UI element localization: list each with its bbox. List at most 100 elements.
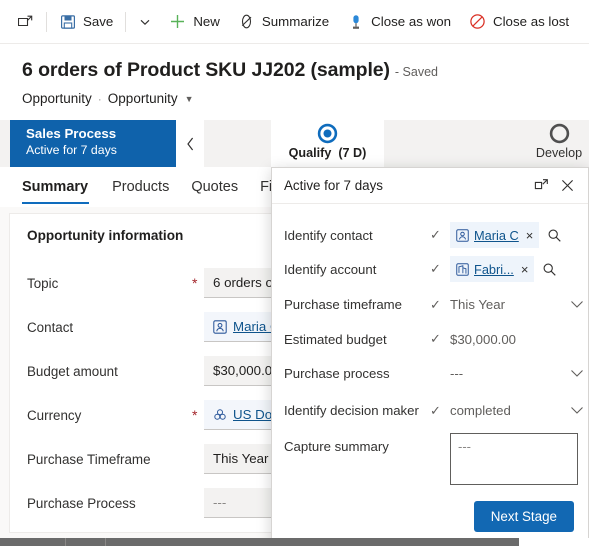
step-identify-contact-label: Identify contact [284,227,373,243]
process-name-block[interactable]: Sales Process Active for 7 days [10,120,176,167]
scrollbar-tick-right [105,538,106,546]
purchase-timeframe-value: This Year [450,297,505,312]
close-as-lost-label: Close as lost [493,14,570,29]
stage-develop-label: Develop [535,146,583,160]
chevron-down-icon [570,300,584,309]
currency-icon [213,408,227,422]
capture-summary-textarea[interactable]: --- [450,433,578,485]
flyout-header: Active for 7 days [272,168,588,204]
record-title: 6 orders of Product SKU JJ202 (sample) [22,59,390,81]
step-purchase-timeframe-label: Purchase timeframe [284,297,402,312]
scrollbar-gap [519,538,589,546]
next-stage-button[interactable]: Next Stage [473,500,574,532]
summarize-button[interactable]: Summarize [229,6,338,38]
page-title: 6 orders of Product SKU JJ202 (sample) - … [22,59,438,82]
save-status-label: - Saved [394,65,438,79]
search-icon[interactable] [539,222,569,248]
chevron-down-icon[interactable]: ▼ [185,94,194,104]
flyout-title: Active for 7 days [284,178,383,193]
tab-products[interactable]: Products [101,167,180,207]
stage-qualify-label: Qualify (7 D) [288,146,367,160]
step-complete-check-icon: ✓ [430,227,441,242]
estimated-budget-value[interactable]: $30,000.00 [450,332,516,347]
identify-account-lookup[interactable]: Fabri... × [450,256,535,282]
scrollbar-tick-left [65,538,66,546]
new-label: New [193,14,220,29]
clear-contact-icon[interactable]: × [526,228,534,243]
step-identify-account-label: Identify account [284,261,377,277]
recalculate-button[interactable]: Re [578,6,589,38]
currency-label: Currency [27,407,82,423]
tab-quotes[interactable]: Quotes [180,167,249,207]
contact-icon [213,319,227,334]
close-icon[interactable] [554,173,580,199]
business-process-flow: Sales Process Active for 7 days Qualify … [0,120,589,167]
step-identify-decision-maker-label: Identify decision maker [284,403,419,418]
chevron-down-icon [136,13,153,30]
step-purchase-timeframe: Purchase timeframe ✓ This Year [272,286,588,323]
topic-label: Topic [27,275,59,291]
close-as-won-button[interactable]: Close as won [338,6,460,38]
process-collapse-button[interactable] [176,120,204,167]
stage-flyout-panel: Active for 7 days Identify contact ✓ Mar… [271,167,589,546]
step-complete-check-icon: ✓ [430,402,441,418]
purchase-timeframe-select[interactable]: This Year [450,291,588,319]
open-in-new-window-icon[interactable] [528,173,554,199]
identify-decision-maker-value: completed [450,403,511,418]
close-as-lost-button[interactable]: Close as lost [460,6,578,38]
summarize-label: Summarize [261,14,330,29]
chevron-down-icon [570,369,584,378]
save-button[interactable]: Save [50,6,122,38]
chevron-down-icon [570,406,584,415]
required-indicator: * [192,275,198,291]
stage-upcoming-icon [548,122,571,145]
step-capture-summary: Capture summary --- [272,429,588,491]
account-icon [456,262,469,276]
command-bar: Save New Summarize Close as won Close as… [0,0,589,44]
open-record-in-new-window-button[interactable] [8,6,43,38]
contact-icon [456,228,469,242]
identify-decision-maker-select[interactable]: completed [450,397,588,425]
breadcrumb: Opportunity · Opportunity ▼ [22,91,194,106]
blocked-icon [469,13,486,30]
section-title: Opportunity information [27,228,184,243]
command-separator-2 [125,11,127,32]
step-complete-check-icon: ✓ [430,331,441,346]
process-name: Sales Process [26,126,117,141]
scrollbar-thumb[interactable] [0,538,70,546]
stage-active-icon [316,122,339,145]
identify-contact-value: Maria C [474,227,519,243]
budget-amount-label: Budget amount [27,363,118,379]
save-label: Save [83,14,114,29]
breadcrumb-entity[interactable]: Opportunity [22,91,92,106]
breadcrumb-form[interactable]: Opportunity [108,91,178,106]
tab-summary[interactable]: Summary [22,167,101,207]
trophy-icon [347,13,364,30]
step-identify-decision-maker: Identify decision maker ✓ completed [272,392,588,429]
summarize-icon [238,13,255,30]
purchase-process-select[interactable]: --- [450,360,588,388]
step-estimated-budget-label: Estimated budget [284,331,387,347]
stage-qualify[interactable]: Qualify (7 D) [271,120,384,167]
horizontal-scrollbar[interactable] [0,538,589,546]
new-button[interactable]: New [160,6,229,38]
stage-develop[interactable]: Develop [520,120,589,167]
breadcrumb-separator: · [97,91,102,106]
purchase-timeframe-label: Purchase Timeframe [27,451,151,467]
close-as-won-label: Close as won [371,14,451,29]
required-indicator: * [192,407,198,423]
clear-account-icon[interactable]: × [521,262,529,277]
identify-contact-lookup[interactable]: Maria C × [450,222,540,248]
tab-summary-label: Summary [22,179,89,195]
process-subtitle: Active for 7 days [26,143,117,157]
step-purchase-process: Purchase process --- [272,355,588,392]
save-options-chevron-button[interactable] [129,6,160,38]
open-new-window-icon [17,13,34,30]
search-icon[interactable] [534,256,564,282]
record-header: 6 orders of Product SKU JJ202 (sample) - … [0,44,589,120]
flyout-footer: Next Stage [272,487,588,545]
purchase-process-label: Purchase Process [27,495,136,511]
identify-account-value: Fabri... [474,261,514,277]
tab-products-label: Products [112,179,170,195]
step-purchase-process-label: Purchase process [284,366,390,381]
